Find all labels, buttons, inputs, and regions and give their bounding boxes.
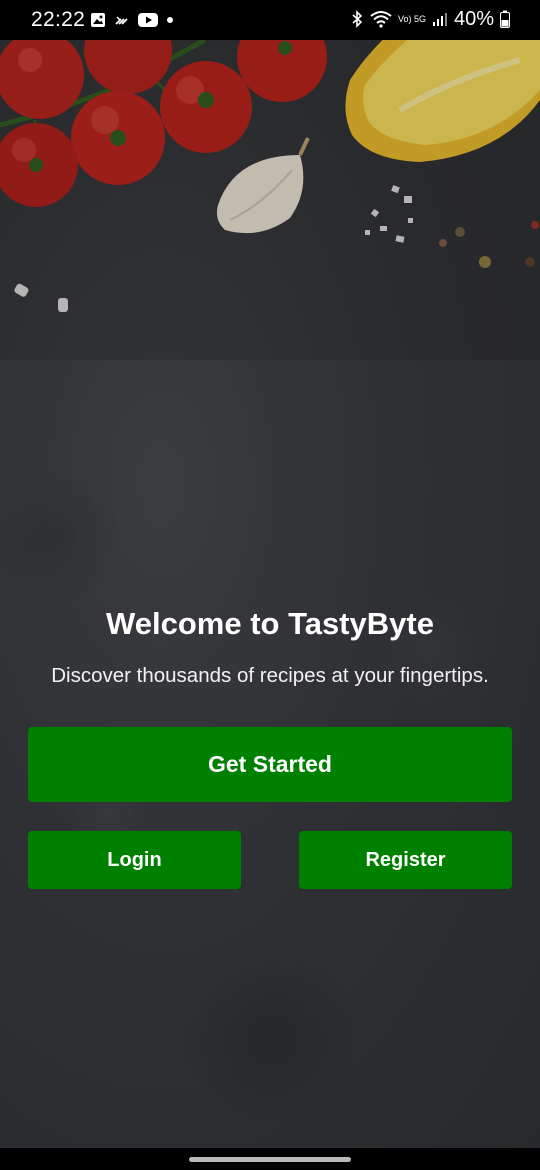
welcome-subtitle: Discover thousands of recipes at your fi…: [51, 664, 489, 687]
gesture-nav-bar: [0, 1148, 540, 1170]
missed-call-icon: [115, 16, 128, 25]
youtube-icon: [138, 13, 158, 27]
status-bar: 22:22 Vo) 5G 40%: [0, 0, 540, 40]
battery-percentage: 40%: [453, 7, 494, 30]
status-time: 22:22: [31, 8, 86, 31]
register-button[interactable]: Register: [299, 831, 512, 889]
login-button[interactable]: Login: [28, 831, 241, 889]
wifi-icon: [370, 11, 392, 28]
home-gesture-handle[interactable]: [189, 1157, 351, 1162]
get-started-button[interactable]: Get Started: [28, 727, 512, 802]
food-illustration: [0, 40, 540, 360]
volte-5g-icon: Vo) 5G: [397, 13, 426, 24]
status-system-icons: Vo) 5G 40%: [350, 8, 510, 30]
welcome-title: Welcome to TastyByte: [106, 606, 434, 641]
battery-icon: [500, 10, 510, 28]
signal-icon: [432, 13, 447, 26]
background-food-image: [0, 40, 540, 1148]
gallery-icon: [91, 13, 105, 27]
notification-dot-icon: [167, 17, 173, 23]
bluetooth-icon: [352, 10, 363, 28]
status-notification-icons: [90, 11, 174, 29]
welcome-screen: 22:22 Vo) 5G 40% Welcome to TastyByte Di…: [0, 0, 540, 1170]
